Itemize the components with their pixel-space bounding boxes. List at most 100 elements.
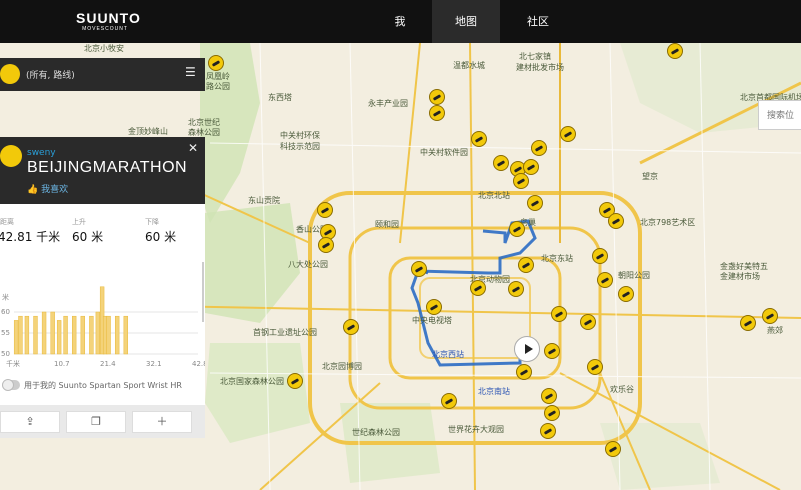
descent-value: 60 米 xyxy=(145,230,177,244)
route-pin[interactable] xyxy=(470,280,486,296)
elevation-bar xyxy=(89,315,94,355)
map-label: 朝阳公园 xyxy=(618,271,650,280)
elevation-bar xyxy=(18,315,23,355)
route-pin[interactable] xyxy=(592,248,608,264)
route-pin[interactable] xyxy=(618,286,634,302)
search-input[interactable]: 搜索位 xyxy=(758,100,801,130)
route-pin[interactable] xyxy=(208,55,224,71)
route-pin[interactable] xyxy=(740,315,756,331)
route-pin[interactable] xyxy=(318,237,334,253)
like-button[interactable]: 👍 我喜欢 xyxy=(27,182,68,195)
route-pin[interactable] xyxy=(317,202,333,218)
route-author[interactable]: sweny xyxy=(27,148,56,158)
route-pin[interactable] xyxy=(411,261,427,277)
elevation-bar xyxy=(80,315,85,355)
route-pin[interactable] xyxy=(287,373,303,389)
route-pin[interactable] xyxy=(471,131,487,147)
export-button[interactable]: ⇪ xyxy=(0,411,60,433)
route-pin[interactable] xyxy=(508,281,524,297)
map-label station: 北京东站 xyxy=(541,254,573,263)
nav-map[interactable]: 地图 xyxy=(432,0,500,43)
x-tick-label: 千米 xyxy=(6,359,20,368)
x-tick-label: 21.4 xyxy=(100,360,116,368)
route-pin[interactable] xyxy=(667,43,683,59)
map-label: 北京798艺术区 xyxy=(640,218,696,227)
nav-community[interactable]: 社区 xyxy=(506,0,570,43)
x-tick-label: 32.1 xyxy=(146,360,162,368)
route-pin[interactable] xyxy=(597,272,613,288)
map-label: 颐和园 xyxy=(375,220,399,229)
suunto-logo[interactable]: SUUNTO MOVESCOUNT xyxy=(76,11,140,33)
map-label: 北七家镇 xyxy=(519,52,551,61)
y-tick-label: 50 xyxy=(1,350,10,358)
route-filter-icon xyxy=(0,64,20,84)
route-title: BEIJINGMARATHON xyxy=(27,159,188,176)
route-pin[interactable] xyxy=(429,105,445,121)
route-detail-panel: sweny BEIJINGMARATHON 👍 我喜欢 ✕ 距离 42.81 千… xyxy=(0,137,208,438)
map-label: 路公园 xyxy=(206,82,230,91)
close-icon[interactable]: ✕ xyxy=(188,141,198,155)
route-pin[interactable] xyxy=(509,221,525,237)
route-pin[interactable] xyxy=(429,89,445,105)
menu-icon[interactable]: ☰ xyxy=(185,65,196,79)
brand-subtitle: MOVESCOUNT xyxy=(82,26,128,32)
elevation-bar xyxy=(33,315,38,355)
route-pin[interactable] xyxy=(541,388,557,404)
distance-value: 42.81 千米 xyxy=(0,230,61,244)
map-filter-bar[interactable]: (所有, 路线) ☰ xyxy=(0,58,205,91)
route-pin[interactable] xyxy=(540,423,556,439)
route-pin[interactable] xyxy=(441,393,457,409)
elevation-bar xyxy=(50,311,55,355)
route-pin[interactable] xyxy=(513,173,529,189)
elevation-bar xyxy=(106,315,111,355)
user-avatar[interactable] xyxy=(0,145,22,167)
route-pin[interactable] xyxy=(580,314,596,330)
elevation-bar xyxy=(95,311,101,355)
y-tick-label: 55 xyxy=(1,329,10,337)
map-label station: 北京北站 xyxy=(478,191,510,200)
route-pin[interactable] xyxy=(587,359,603,375)
y-tick-label: 60 xyxy=(1,308,10,316)
elevation-chart-svg: 米 60 55 50千米 10.7 21.4 32.1 42.8 xyxy=(1,262,208,368)
add-button[interactable]: ＋ xyxy=(132,411,192,433)
map-label: 金建材市场 xyxy=(720,272,760,281)
elevation-bar xyxy=(13,320,19,355)
y-axis-label: 米 xyxy=(2,292,9,301)
route-pin[interactable] xyxy=(531,140,547,156)
route-pin[interactable] xyxy=(523,159,539,175)
map-label: 八大处公园 xyxy=(288,260,328,269)
route-pin[interactable] xyxy=(560,126,576,142)
x-tick-label: 10.7 xyxy=(54,360,70,368)
route-pin[interactable] xyxy=(527,195,543,211)
route-pin[interactable] xyxy=(493,155,509,171)
route-pin[interactable] xyxy=(544,405,560,421)
route-pin[interactable] xyxy=(426,299,442,315)
map-label: 东西塔 xyxy=(268,93,292,102)
route-pin[interactable] xyxy=(551,306,567,322)
map-label: 建材批发市场 xyxy=(516,63,564,72)
elevation-bar xyxy=(114,315,120,355)
nav-me[interactable]: 我 xyxy=(372,0,428,43)
route-pin[interactable] xyxy=(762,308,778,324)
map-label: 温都水城 xyxy=(453,61,485,70)
route-pin[interactable] xyxy=(605,441,621,457)
ascent-value: 60 米 xyxy=(72,230,104,244)
route-pin[interactable] xyxy=(544,343,560,359)
filter-text: (所有, 路线) xyxy=(26,71,75,81)
route-pin[interactable] xyxy=(516,364,532,380)
map-label: 永丰产业园 xyxy=(368,99,408,108)
top-navigation: SUUNTO MOVESCOUNT 我 地图 社区 xyxy=(0,0,801,43)
ascent-label: 上升 xyxy=(72,218,86,226)
route-pin[interactable] xyxy=(608,213,624,229)
route-pin[interactable] xyxy=(343,319,359,335)
play-route-button[interactable] xyxy=(514,336,540,362)
map-label: 首钢工业遗址公园 xyxy=(253,328,317,337)
map-label: 金顶妙峰山 xyxy=(128,127,168,136)
elevation-bar xyxy=(56,320,62,355)
copy-button[interactable]: ❐ xyxy=(66,411,126,433)
map-label: 欢乐谷 xyxy=(610,385,634,394)
x-tick-label: 42.8 xyxy=(192,360,205,368)
elevation-chart[interactable]: 米 60 55 50千米 10.7 21.4 32.1 42.8 xyxy=(0,262,208,372)
device-sync-toggle[interactable] xyxy=(2,379,20,391)
route-pin[interactable] xyxy=(518,257,534,273)
